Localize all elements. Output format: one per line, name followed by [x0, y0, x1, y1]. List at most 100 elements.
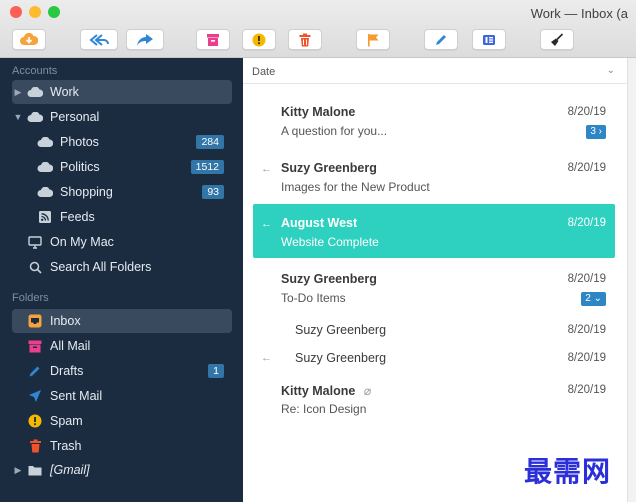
replied-arrow-icon: ←	[261, 352, 272, 364]
sidebar-item-feeds[interactable]: Feeds	[12, 205, 232, 229]
sidebar-item-label: All Mail	[50, 339, 91, 353]
message-date: 8/20/19	[567, 352, 606, 364]
sidebar-item-label: Photos	[60, 135, 99, 149]
sidebar-item-work[interactable]: ▶ Work	[12, 80, 232, 104]
sidebar-item-personal[interactable]: ▼ Personal	[12, 105, 232, 129]
reply-all-button[interactable]	[80, 29, 118, 50]
trash-icon	[299, 33, 311, 46]
junk-button[interactable]	[242, 29, 276, 50]
inbox-icon	[24, 313, 46, 329]
replied-arrow-icon: ←	[261, 218, 272, 230]
sender-name: Kitty Malone	[281, 384, 356, 398]
sidebar-item-on-my-mac[interactable]: On My Mac	[12, 230, 232, 254]
disclosure-triangle[interactable]: ▶	[12, 465, 24, 476]
flag-icon	[368, 33, 379, 46]
folders-heading: Folders	[12, 292, 49, 304]
sidebar-item-spam[interactable]: Spam	[12, 409, 232, 433]
contact-card-icon	[483, 34, 495, 45]
accounts-heading: Accounts	[12, 65, 58, 77]
message-sender: Suzy Greenberg	[281, 272, 377, 286]
sidebar-item-label: Trash	[50, 439, 82, 453]
message-date: 8/20/19	[567, 384, 606, 396]
reply-all-icon	[89, 33, 109, 46]
cloud-icon	[34, 134, 56, 150]
message-sender: Kitty Malone ⌀	[281, 383, 371, 398]
cloud-icon	[34, 184, 56, 200]
disclosure-triangle[interactable]: ▼	[12, 112, 24, 122]
cloud-icon	[24, 109, 46, 125]
spam-icon	[252, 33, 266, 46]
delete-button[interactable]	[288, 29, 322, 50]
broom-icon	[551, 32, 564, 46]
message-subject: Website Complete	[281, 235, 379, 249]
window-controls	[10, 6, 60, 18]
chevron-down-icon[interactable]: ⌄	[607, 65, 615, 76]
message-date: 8/20/19	[567, 106, 606, 118]
message-row[interactable]: Kitty Malone ⌀ 8/20/19 Re: Icon Design	[253, 376, 615, 428]
message-row-selected[interactable]: ← August West 8/20/19 Website Complete	[253, 204, 615, 258]
message-subject: To-Do Items	[281, 291, 346, 305]
sidebar-item-label: Feeds	[60, 210, 95, 224]
thread-child-row[interactable]: ← Suzy Greenberg 8/20/19	[253, 344, 615, 372]
flag-button[interactable]	[356, 29, 390, 50]
compose-button[interactable]	[424, 29, 458, 50]
message-subject: Images for the New Product	[281, 180, 430, 194]
message-row[interactable]: Suzy Greenberg 8/20/19 To-Do Items 2 ⌄	[253, 262, 615, 314]
sort-bar[interactable]: Date ⌄	[243, 58, 627, 84]
message-sender: Suzy Greenberg	[295, 323, 387, 337]
send-icon	[24, 388, 46, 404]
address-book-button[interactable]	[472, 29, 506, 50]
message-date: 8/20/19	[567, 162, 606, 174]
thread-child-row[interactable]: Suzy Greenberg 8/20/19	[253, 316, 615, 344]
sidebar-item-trash[interactable]: Trash	[12, 434, 232, 458]
zoom-window-button[interactable]	[48, 6, 60, 18]
sidebar-item-inbox[interactable]: Inbox	[12, 309, 232, 333]
get-mail-button[interactable]	[12, 29, 46, 50]
message-row[interactable]: Kitty Malone 8/20/19 A question for you.…	[253, 94, 615, 146]
cloud-icon	[24, 84, 46, 100]
sidebar-item-gmail[interactable]: ▶ [Gmail]	[12, 458, 232, 482]
unread-count-badge: 1512	[190, 160, 224, 174]
close-window-button[interactable]	[10, 6, 22, 18]
sidebar-item-label: Shopping	[60, 185, 113, 199]
sidebar-item-label: Sent Mail	[50, 389, 103, 403]
sidebar-item-sent-mail[interactable]: Sent Mail	[12, 384, 232, 408]
archive-icon	[207, 33, 219, 46]
pencil-icon	[24, 363, 46, 379]
sidebar-item-label: On My Mac	[50, 235, 114, 249]
monitor-icon	[24, 234, 46, 250]
sidebar-item-search-all-folders[interactable]: Search All Folders	[12, 255, 232, 279]
sidebar-item-label: Politics	[60, 160, 100, 174]
trash-icon	[24, 438, 46, 454]
message-subject: Re: Icon Design	[281, 402, 367, 416]
thread-count-badge[interactable]: 2 ⌄	[581, 292, 606, 306]
rss-icon	[34, 209, 56, 225]
vertical-scrollbar[interactable]	[627, 58, 636, 502]
unread-count-badge: 1	[208, 364, 224, 378]
forward-button[interactable]	[126, 29, 164, 50]
sidebar: Accounts ▶ Work ▼ Personal Photos 284 Po…	[0, 58, 243, 502]
forward-icon	[137, 33, 153, 46]
unread-count-badge: 284	[196, 135, 224, 149]
archive-button[interactable]	[196, 29, 230, 50]
message-sender: Suzy Greenberg	[295, 351, 387, 365]
sidebar-item-photos[interactable]: Photos 284	[12, 130, 232, 154]
sidebar-item-drafts[interactable]: Drafts 1	[12, 359, 232, 383]
sidebar-item-label: Spam	[50, 414, 83, 428]
sidebar-item-politics[interactable]: Politics 1512	[12, 155, 232, 179]
sidebar-item-all-mail[interactable]: All Mail	[12, 334, 232, 358]
sidebar-item-shopping[interactable]: Shopping 93	[12, 180, 232, 204]
sidebar-item-label: [Gmail]	[50, 463, 90, 477]
message-date: 8/20/19	[567, 217, 606, 229]
archive-icon	[24, 338, 46, 354]
message-date: 8/20/19	[567, 273, 606, 285]
cleanup-button[interactable]	[540, 29, 574, 50]
spam-icon	[24, 413, 46, 429]
minimize-window-button[interactable]	[29, 6, 41, 18]
unread-count-badge: 93	[202, 185, 224, 199]
thread-count-badge[interactable]: 3 ›	[586, 125, 606, 139]
disclosure-triangle[interactable]: ▶	[12, 87, 24, 98]
message-sender: Kitty Malone	[281, 105, 356, 119]
sidebar-item-label: Inbox	[50, 314, 81, 328]
message-row[interactable]: ← Suzy Greenberg 8/20/19 Images for the …	[253, 150, 615, 202]
